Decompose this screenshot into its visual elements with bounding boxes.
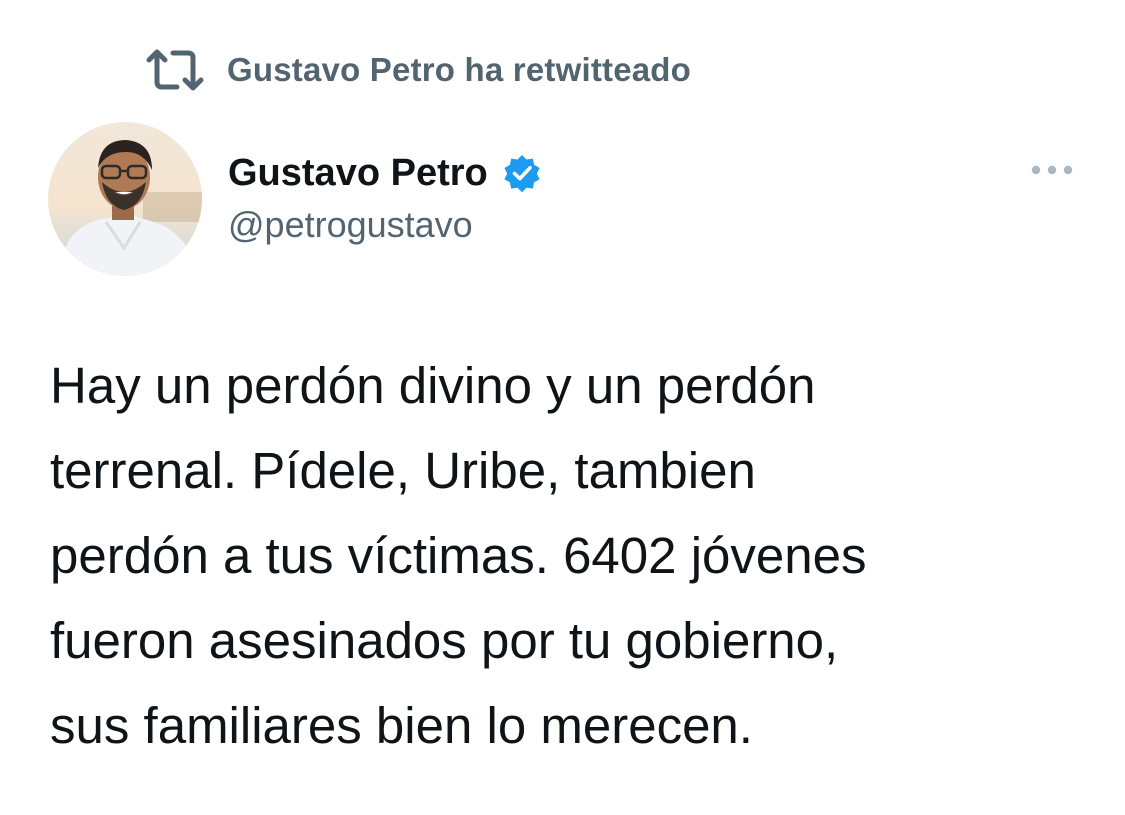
display-name[interactable]: Gustavo Petro <box>228 152 488 195</box>
avatar[interactable] <box>48 122 202 276</box>
retweet-label[interactable]: Gustavo Petro ha retwitteado <box>227 51 691 89</box>
tweet-text-line: Hay un perdón divino y un perdón <box>50 357 816 414</box>
more-options-icon <box>1030 163 1074 181</box>
retweet-icon <box>145 48 205 92</box>
tweet-text: Hay un perdón divino y un perdón terrena… <box>50 343 1100 768</box>
author-block: Gustavo Petro @petrogustavo <box>228 148 542 246</box>
tweet-text-line: perdón a tus víctimas. 6402 jóvenes <box>50 527 867 584</box>
tweet-text-line: fueron asesinados por tu gobierno, <box>50 612 839 669</box>
verified-badge-icon <box>502 153 542 193</box>
author-name-row: Gustavo Petro <box>228 148 542 198</box>
author-handle[interactable]: @petrogustavo <box>228 204 542 246</box>
tweet-card[interactable]: Gustavo Petro ha retwitteado Gustavo Pet… <box>0 0 1125 815</box>
tweet-text-line: terrenal. Pídele, Uribe, tambien <box>50 442 756 499</box>
retweet-context: Gustavo Petro ha retwitteado <box>145 48 691 92</box>
tweet-text-line: sus familiares bien lo merecen. <box>50 697 753 754</box>
more-options-button[interactable] <box>1024 156 1080 188</box>
